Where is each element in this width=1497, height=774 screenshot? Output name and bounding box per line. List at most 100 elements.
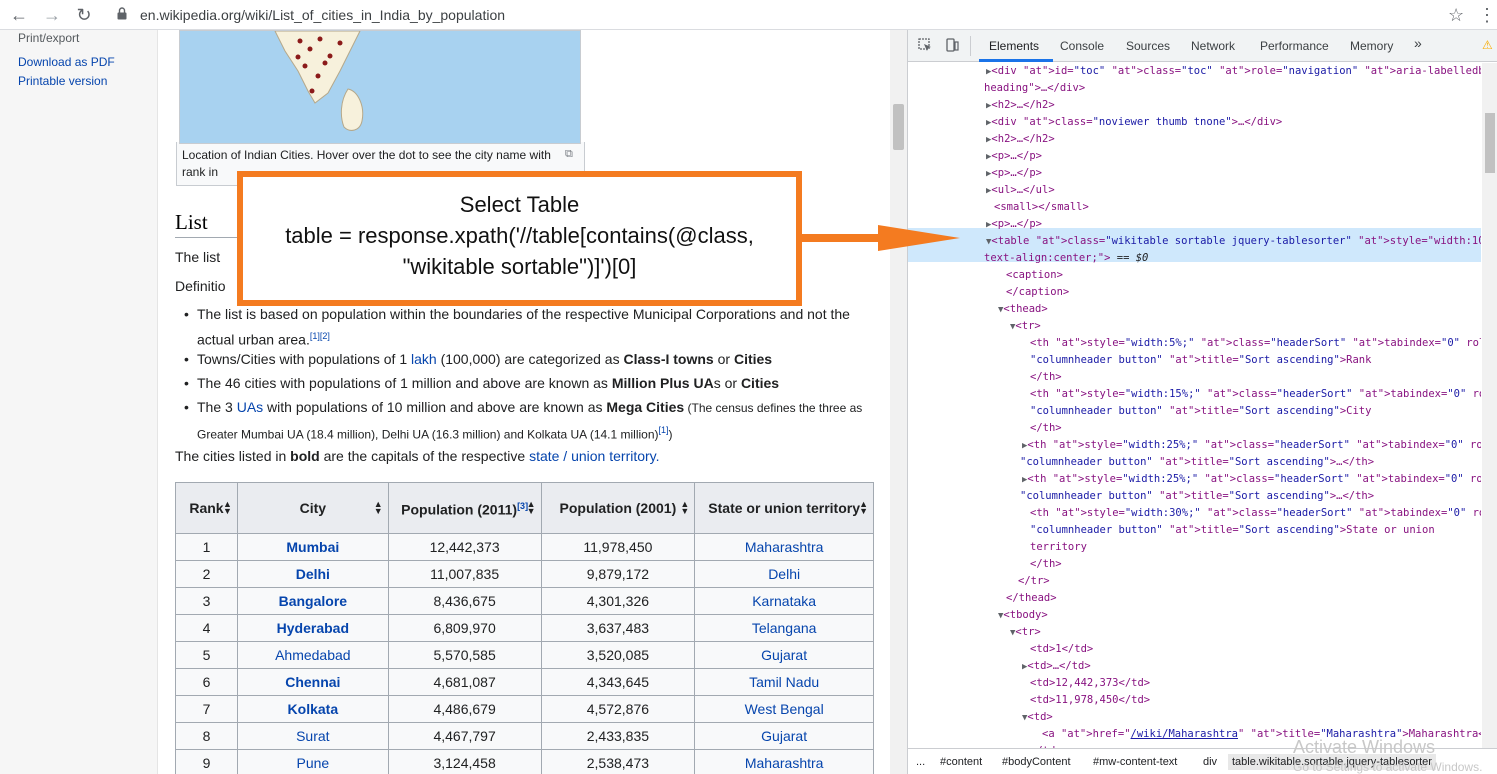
state-cell[interactable]: Delhi xyxy=(694,560,874,588)
dom-line[interactable]: ▶<p>…</p> xyxy=(986,165,1042,183)
expand-triangle-icon[interactable]: ▶ xyxy=(1022,662,1027,672)
city-cell[interactable]: Chennai xyxy=(236,668,389,696)
dom-line[interactable]: ▼<table "at">class="wikitable sortable j… xyxy=(986,233,1481,251)
expand-triangle-icon[interactable]: ▶ xyxy=(986,118,991,128)
dom-line[interactable]: text-align:center;"> == $0 xyxy=(984,250,1148,267)
expand-triangle-icon[interactable]: ▶ xyxy=(986,152,991,162)
device-toolbar-icon[interactable] xyxy=(945,38,959,52)
tab-performance[interactable]: Performance xyxy=(1260,39,1329,53)
state-ut-link[interactable]: state / union territory. xyxy=(529,448,659,464)
dom-line[interactable]: <td>1</td> xyxy=(1030,641,1093,658)
expand-triangle-icon[interactable]: ▶ xyxy=(986,67,991,77)
citation-link[interactable]: [1] xyxy=(659,425,669,435)
dom-line[interactable]: ▶<div "at">id="toc" "at">class="toc" "at… xyxy=(986,63,1481,81)
state-cell[interactable]: Gujarat xyxy=(694,641,874,669)
tab-console[interactable]: Console xyxy=(1060,39,1104,53)
city-cell[interactable]: Surat xyxy=(236,722,389,750)
state-cell[interactable]: Tamil Nadu xyxy=(694,668,874,696)
city-cell[interactable]: Ahmedabad xyxy=(236,641,389,669)
dom-line[interactable]: ▼<tbody> xyxy=(998,607,1048,625)
dom-line[interactable]: ▼<thead> xyxy=(998,301,1048,319)
dom-line[interactable]: heading">…</div> xyxy=(984,80,1085,97)
city-cell[interactable]: Hyderabad xyxy=(236,614,389,642)
header-population-2001[interactable]: Population (2001) ▲ ▼ xyxy=(540,482,696,534)
expand-triangle-icon[interactable]: ▶ xyxy=(986,169,991,179)
browser-menu-icon[interactable]: ⋮ xyxy=(1478,3,1496,27)
breadcrumb-content[interactable]: #content xyxy=(940,756,982,768)
dom-line[interactable]: "columnheader button" "at">title="Sort a… xyxy=(1030,352,1371,369)
dom-line[interactable]: <td>11,978,450</td> xyxy=(1030,692,1150,709)
expand-triangle-icon[interactable]: ▶ xyxy=(986,186,991,196)
printable-version-link[interactable]: Printable version xyxy=(18,74,107,88)
bookmark-star-icon[interactable]: ☆ xyxy=(1448,3,1464,27)
dom-line[interactable]: </tr> xyxy=(1018,573,1050,590)
expand-triangle-icon[interactable]: ▶ xyxy=(986,101,991,111)
lakh-link[interactable]: lakh xyxy=(411,351,437,367)
city-cell[interactable]: Pune xyxy=(236,749,389,774)
state-cell[interactable]: Maharashtra xyxy=(694,533,874,561)
devtools-scrollbar[interactable] xyxy=(1482,63,1497,748)
tab-network[interactable]: Network xyxy=(1191,39,1235,53)
expand-triangle-icon[interactable]: ▶ xyxy=(986,135,991,145)
header-rank[interactable]: Rank ▲ ▼ xyxy=(175,482,238,534)
dom-line[interactable]: ▶<p>…</p> xyxy=(986,216,1042,234)
dom-line[interactable]: territory xyxy=(1030,539,1087,556)
header-population-2011[interactable]: Population (2011)[3] ▲ ▼ xyxy=(387,482,542,534)
dom-line[interactable]: </th> xyxy=(1030,420,1062,437)
expand-triangle-icon[interactable]: ▼ xyxy=(998,611,1003,621)
citation-link[interactable]: [1][2] xyxy=(310,331,330,341)
expand-triangle-icon[interactable]: ▼ xyxy=(998,305,1003,315)
enlarge-icon[interactable]: ⧉ xyxy=(565,148,573,161)
dom-line[interactable]: <th "at">style="width:5%;" "at">class="h… xyxy=(1030,335,1481,352)
address-bar[interactable]: en.wikipedia.org/wiki/List_of_cities_in_… xyxy=(140,7,505,23)
download-pdf-link[interactable]: Download as PDF xyxy=(18,55,115,69)
reload-icon[interactable]: ↻ xyxy=(72,3,96,27)
back-icon[interactable]: ← xyxy=(7,3,31,27)
dom-line[interactable]: ▶<h2>…</h2> xyxy=(986,131,1055,149)
dom-line[interactable]: ▼<tr> xyxy=(1010,318,1041,336)
dom-line[interactable]: ▶<div "at">class="noviewer thumb tnone">… xyxy=(986,114,1282,132)
city-cell[interactable]: Kolkata xyxy=(236,695,389,723)
city-cell[interactable]: Delhi xyxy=(236,560,389,588)
expand-triangle-icon[interactable]: ▶ xyxy=(1022,441,1027,451)
dom-line[interactable]: "columnheader button" "at">title="Sort a… xyxy=(1020,454,1374,471)
breadcrumb-mw-content-text[interactable]: #mw-content-text xyxy=(1093,756,1177,768)
dom-line[interactable]: <caption> xyxy=(1006,267,1063,284)
india-map-image[interactable] xyxy=(179,30,581,144)
state-cell[interactable]: Karnataka xyxy=(694,587,874,615)
uas-link[interactable]: UAs xyxy=(237,399,263,415)
dom-line[interactable]: ▶<ul>…</ul> xyxy=(986,182,1055,200)
dom-line[interactable]: ▶<p>…</p> xyxy=(986,148,1042,166)
state-cell[interactable]: Maharashtra xyxy=(694,749,874,774)
dom-line[interactable]: <td>12,442,373</td> xyxy=(1030,675,1150,692)
dom-line[interactable]: ▶<th "at">style="width:25%;" "at">class=… xyxy=(1022,471,1481,489)
expand-triangle-icon[interactable]: ▶ xyxy=(1022,475,1027,485)
more-tabs-icon[interactable]: » xyxy=(1414,35,1422,51)
expand-triangle-icon[interactable]: ▼ xyxy=(1010,628,1015,638)
breadcrumb-bodycontent[interactable]: #bodyContent xyxy=(1002,756,1071,768)
city-cell[interactable]: Bangalore xyxy=(236,587,389,615)
forward-icon[interactable]: → xyxy=(40,3,64,27)
dom-line[interactable]: "columnheader button" "at">title="Sort a… xyxy=(1030,403,1371,420)
dom-line[interactable]: ▶<h2>…</h2> xyxy=(986,97,1055,115)
header-state[interactable]: State or union territory ▲ ▼ xyxy=(694,482,874,534)
state-cell[interactable]: West Bengal xyxy=(694,695,874,723)
dom-line[interactable]: ▶<th "at">style="width:25%;" "at">class=… xyxy=(1022,437,1481,455)
breadcrumb-div[interactable]: div xyxy=(1203,756,1217,768)
dom-line[interactable]: </thead> xyxy=(1006,590,1057,607)
dom-line[interactable]: "columnheader button" "at">title="Sort a… xyxy=(1020,488,1374,505)
expand-triangle-icon[interactable]: ▼ xyxy=(1022,713,1027,723)
warning-icon[interactable]: ⚠ xyxy=(1482,38,1493,52)
header-city[interactable]: City ▲ ▼ xyxy=(236,482,389,534)
dom-line[interactable]: </th> xyxy=(1030,369,1062,386)
dom-line[interactable]: <small></small> xyxy=(994,199,1089,216)
dom-line[interactable]: <th "at">style="width:15%;" "at">class="… xyxy=(1030,386,1481,403)
inspect-element-icon[interactable] xyxy=(918,38,932,52)
expand-triangle-icon[interactable]: ▶ xyxy=(986,220,991,230)
state-cell[interactable]: Gujarat xyxy=(694,722,874,750)
devtools-scrollbar-thumb[interactable] xyxy=(1485,113,1495,173)
breadcrumb-more[interactable]: ... xyxy=(916,756,925,768)
city-cell[interactable]: Mumbai xyxy=(236,533,389,561)
expand-triangle-icon[interactable]: ▼ xyxy=(986,237,991,247)
dom-line[interactable]: <th "at">style="width:30%;" "at">class="… xyxy=(1030,505,1481,522)
